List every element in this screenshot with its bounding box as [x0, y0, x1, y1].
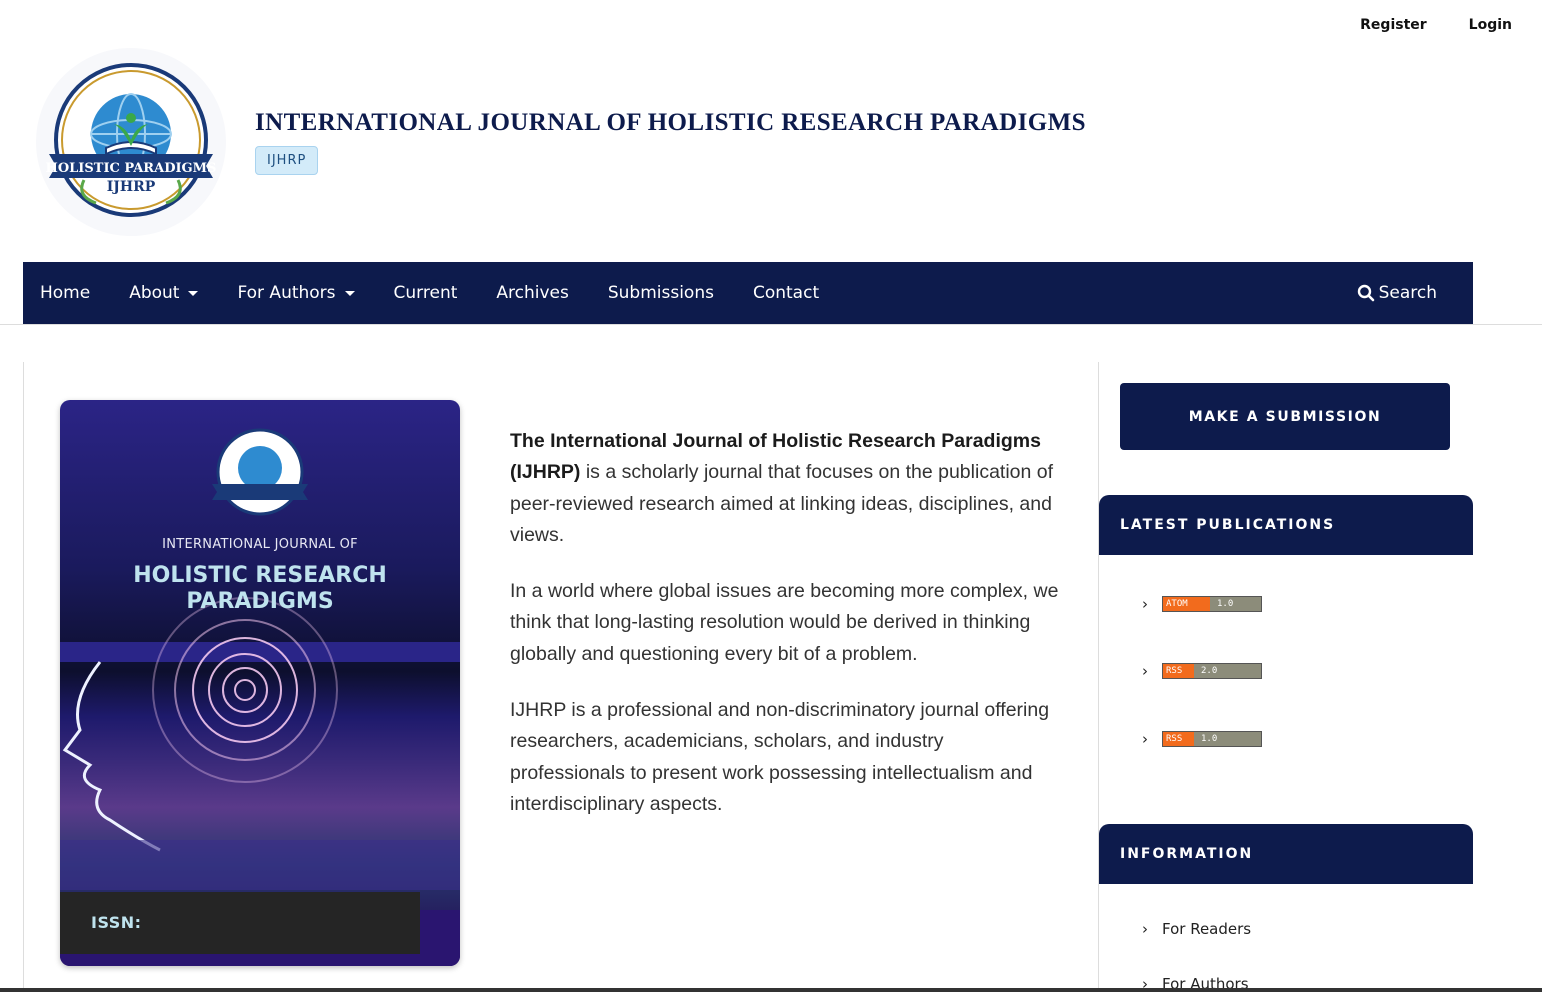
chevron-right-icon: ›: [1142, 662, 1148, 680]
page-bottom-edge: [0, 988, 1542, 992]
primary-menu: Home About For Authors Current Archives …: [23, 262, 1473, 324]
nav-archives[interactable]: Archives: [496, 283, 568, 303]
main-left-border: [23, 362, 24, 992]
info-link-readers[interactable]: › For Readers: [1142, 920, 1251, 938]
rss1-feed-link[interactable]: › RSS 1.0: [1142, 730, 1262, 748]
journal-cover-image: INTERNATIONAL JOURNAL OF HOLISTIC RESEAR…: [60, 400, 460, 966]
logo-bottom-text: IJHRP: [107, 179, 156, 195]
site-title[interactable]: INTERNATIONAL JOURNAL OF HOLISTIC RESEAR…: [255, 109, 1086, 137]
nav-about[interactable]: About: [129, 283, 199, 303]
header-divider: [0, 324, 1542, 325]
nav-contact[interactable]: Contact: [753, 283, 819, 303]
chevron-down-icon: [344, 290, 355, 296]
make-submission-button[interactable]: MAKE A SUBMISSION: [1120, 383, 1450, 450]
nav-home[interactable]: Home: [40, 283, 90, 303]
description-paragraph: In a world where global issues are becom…: [510, 580, 1059, 665]
rss2-feed-link[interactable]: › RSS 2.0: [1142, 662, 1262, 680]
journal-logo[interactable]: HOLISTIC PARADIGMS IJHRP: [36, 48, 226, 236]
atom-feed-link[interactable]: › ATOM 1.0: [1142, 595, 1262, 613]
nav-current[interactable]: Current: [394, 283, 458, 303]
chevron-right-icon: ›: [1142, 730, 1148, 748]
description-paragraph: The International Journal of Holistic Re…: [510, 430, 1054, 546]
user-nav: Register Login: [1360, 17, 1512, 33]
description-paragraph: IJHRP is a professional and non-discrimi…: [510, 699, 1050, 815]
nav-submissions[interactable]: Submissions: [608, 283, 714, 303]
cover-issn-label: ISSN:: [91, 913, 142, 932]
logo-emblem-icon: HOLISTIC PARADIGMS IJHRP: [46, 63, 217, 217]
primary-navbar: Home About For Authors Current Archives …: [23, 262, 1473, 324]
cover-issn-box: ISSN:: [60, 892, 420, 954]
register-link[interactable]: Register: [1360, 17, 1427, 33]
logo-ribbon-text: HOLISTIC PARADIGMS: [46, 161, 217, 176]
search-icon: [1357, 284, 1374, 302]
latest-publications-heading: LATEST PUBLICATIONS: [1099, 495, 1473, 555]
cover-title-main: HOLISTIC RESEARCH PARADIGMS: [133, 563, 387, 614]
sidebar-left-border: [1098, 362, 1099, 992]
journal-abbreviation-badge: IJHRP: [255, 146, 319, 175]
rss1-feed-badge: RSS 1.0: [1162, 731, 1262, 747]
chevron-down-icon: [188, 290, 199, 296]
chevron-right-icon: ›: [1142, 920, 1148, 938]
cover-artwork-icon: [60, 428, 460, 966]
cover-title-line1: INTERNATIONAL JOURNAL OF: [162, 537, 358, 552]
search-link[interactable]: Search: [1357, 262, 1437, 324]
information-heading: INFORMATION: [1099, 824, 1473, 884]
login-link[interactable]: Login: [1469, 17, 1512, 33]
rss2-feed-badge: RSS 2.0: [1162, 663, 1262, 679]
atom-feed-badge: ATOM 1.0: [1162, 596, 1262, 612]
journal-description: The International Journal of Holistic Re…: [510, 426, 1060, 845]
nav-for-authors[interactable]: For Authors: [237, 283, 355, 303]
chevron-right-icon: ›: [1142, 595, 1148, 613]
